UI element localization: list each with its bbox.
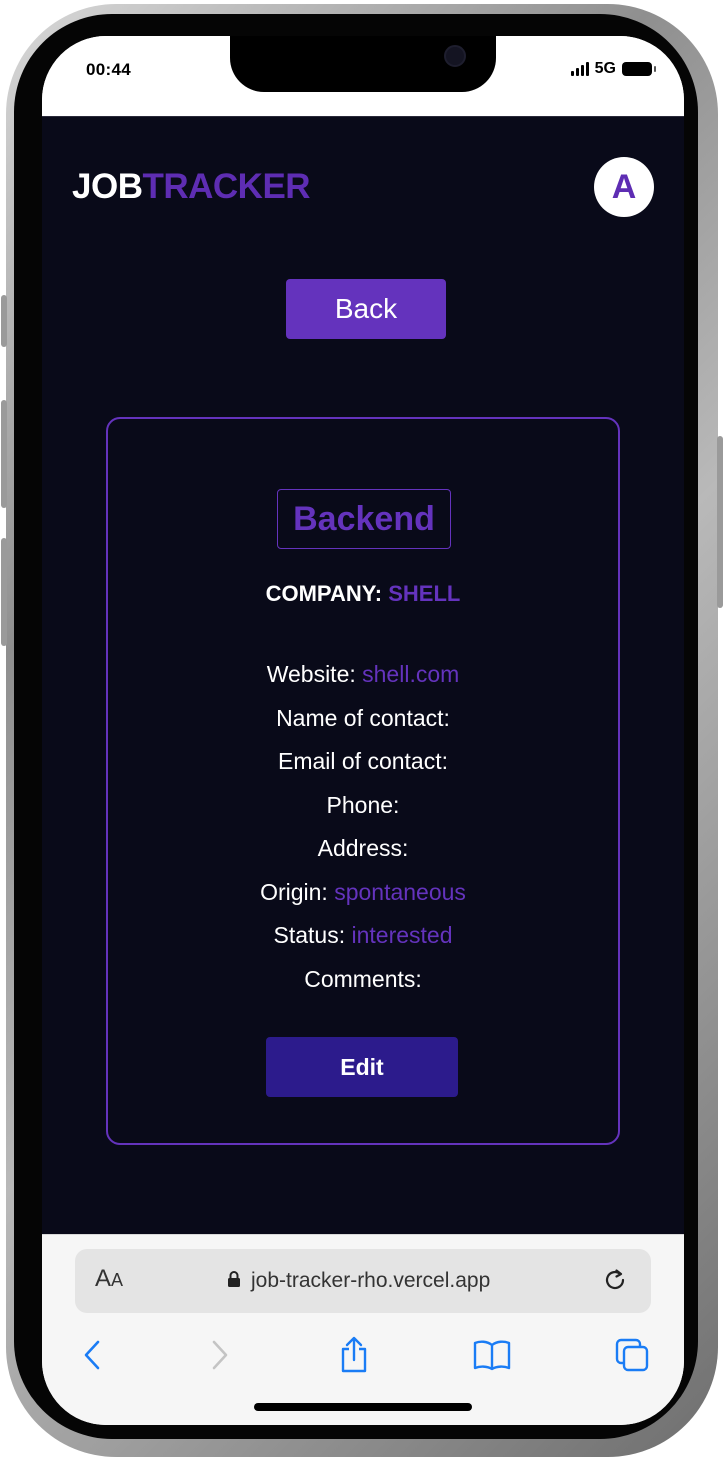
field-contact-email: Email of contact:	[108, 746, 618, 790]
field-origin: Origin: spontaneous	[108, 877, 618, 921]
field-status: Status: interested	[108, 920, 618, 964]
forward-icon[interactable]	[200, 1335, 240, 1375]
browser-toolbar	[42, 1335, 684, 1375]
field-contact-name: Name of contact:	[108, 703, 618, 747]
network-type: 5G	[594, 60, 616, 77]
field-label: Comments:	[304, 965, 422, 992]
share-icon[interactable]	[334, 1335, 374, 1375]
url-text[interactable]: job-tracker-rho.vercel.app	[251, 1269, 490, 1293]
reload-icon[interactable]	[601, 1266, 629, 1299]
company-line: COMPANY: SHELL	[108, 581, 618, 607]
user-avatar[interactable]: A	[594, 157, 654, 217]
front-camera-icon	[444, 45, 466, 67]
bookmarks-icon[interactable]	[472, 1335, 512, 1375]
reader-settings-button[interactable]: AA	[95, 1265, 123, 1293]
company-value: SHELL	[388, 581, 461, 606]
notch	[230, 36, 496, 92]
company-label: COMPANY:	[265, 581, 383, 606]
job-title: Backend	[277, 489, 451, 549]
field-label: Website:	[266, 661, 356, 687]
field-address: Address:	[108, 833, 618, 877]
home-indicator	[254, 1403, 472, 1411]
field-label: Origin:	[260, 878, 328, 905]
address-bar[interactable]: AA job-tracker-rho.vercel.app	[75, 1249, 651, 1313]
side-button-power	[717, 436, 723, 608]
field-label: Phone:	[326, 791, 400, 818]
field-phone: Phone:	[108, 790, 618, 834]
field-value: interested	[351, 922, 453, 948]
side-button-volume-down	[1, 538, 7, 646]
logo-part-job: JOB	[72, 167, 143, 206]
field-label: Status:	[273, 922, 346, 948]
browser-chrome: AA job-tracker-rho.vercel.app	[42, 1234, 684, 1425]
side-button-silent	[1, 295, 7, 347]
phone-screen: 00:44 5G JOBTRACKER A Back Backend COMPA…	[42, 36, 684, 1425]
job-details-card: Backend COMPANY: SHELL Website: shell.co…	[106, 417, 620, 1145]
edit-button[interactable]: Edit	[266, 1037, 458, 1097]
battery-icon	[622, 62, 656, 76]
status-time: 00:44	[86, 60, 131, 79]
field-label: Email of contact:	[277, 748, 449, 774]
logo-part-tracker: TRACKER	[142, 167, 311, 206]
field-website: Website: shell.com	[108, 659, 618, 703]
lock-icon	[227, 1270, 241, 1293]
status-bar: 00:44 5G	[42, 36, 684, 116]
side-button-volume-up	[1, 400, 7, 508]
field-label: Name of contact:	[276, 704, 450, 731]
field-comments: Comments:	[108, 964, 618, 1008]
signal-icon	[570, 62, 589, 76]
back-icon[interactable]	[72, 1335, 112, 1375]
app-logo[interactable]: JOBTRACKER	[72, 167, 311, 207]
field-label: Address:	[317, 835, 409, 861]
back-button[interactable]: Back	[286, 279, 446, 339]
job-fields: Website: shell.com Name of contact: Emai…	[108, 659, 618, 1007]
field-value[interactable]: shell.com	[362, 661, 459, 687]
status-indicators: 5G	[570, 60, 656, 78]
field-value: spontaneous	[334, 878, 466, 905]
tabs-icon[interactable]	[612, 1335, 652, 1375]
web-content: JOBTRACKER A Back Backend COMPANY: SHELL…	[42, 116, 684, 1234]
